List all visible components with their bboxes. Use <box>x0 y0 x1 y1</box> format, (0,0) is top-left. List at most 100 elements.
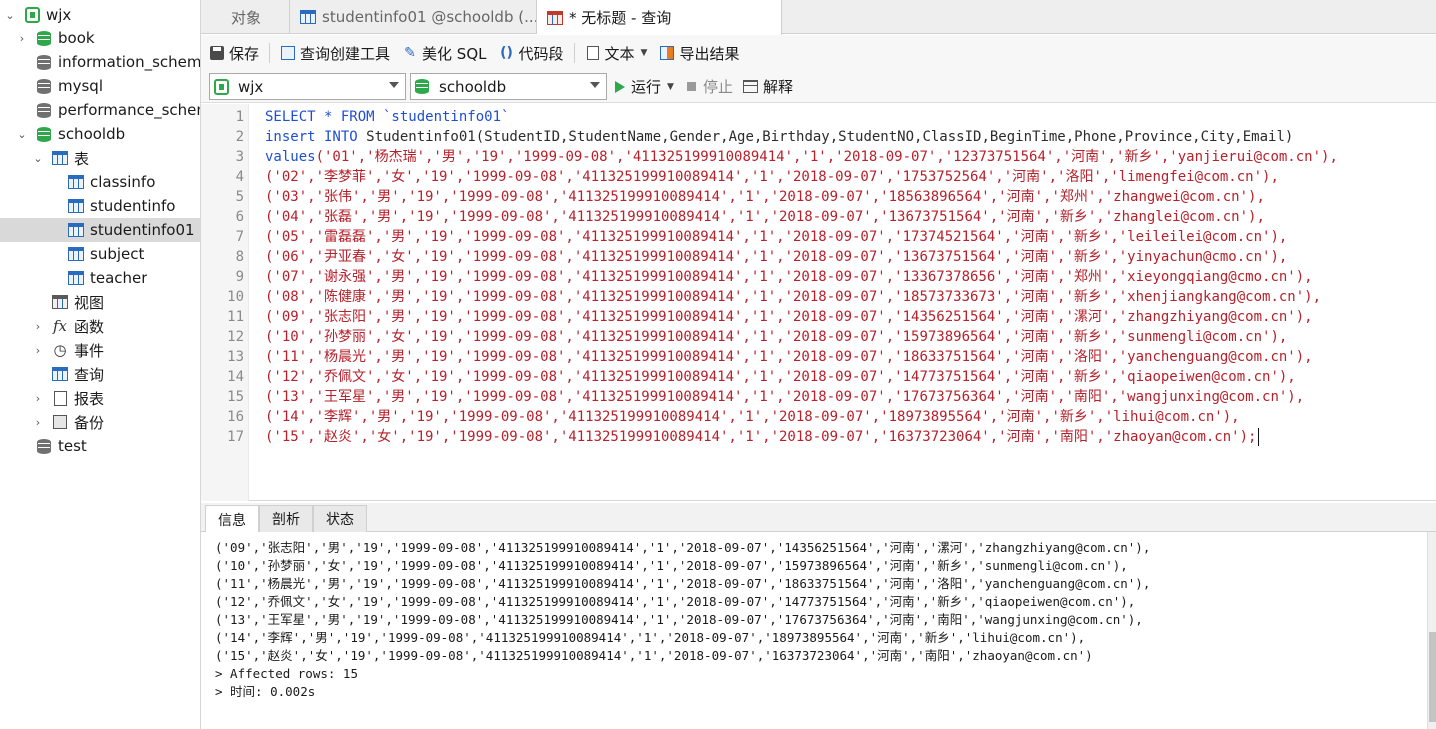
tree-item-tables-group[interactable]: ⌄ 表 <box>0 146 200 170</box>
dropdown-arrow-icon: ▼ <box>667 81 674 92</box>
line-number: 15 <box>227 389 244 405</box>
line-number: 2 <box>235 129 244 145</box>
database-icon <box>36 102 52 118</box>
tree-item-db-book[interactable]: › book <box>0 26 200 50</box>
beautify-sql-button[interactable]: ✎ 美化 SQL <box>396 39 492 67</box>
table-icon <box>68 246 84 262</box>
dropdown-arrow-icon: ▼ <box>640 48 648 58</box>
tree-item-db-test[interactable]: test <box>0 434 200 458</box>
save-button[interactable]: 保存 <box>203 39 265 67</box>
tree-item-db-schooldb[interactable]: ⌄ schooldb <box>0 122 200 146</box>
tree-item-functions[interactable]: › fx 函数 <box>0 314 200 338</box>
chevron-right-icon[interactable]: › <box>16 32 28 45</box>
table-icon <box>68 270 84 286</box>
stop-button[interactable]: 停止 <box>687 73 733 100</box>
sql-editor[interactable]: 1 2 3 4 5 6 7 8 9 10 11 12 13 14 15 16 1… <box>201 104 1436 501</box>
tree-item-table-studentinfo01[interactable]: studentinfo01 <box>0 218 200 242</box>
tree-item-table-studentinfo[interactable]: studentinfo <box>0 194 200 218</box>
table-icon <box>68 198 84 214</box>
code-line-row: ('07','谢永强','男','19','1999-09-08','41132… <box>265 269 1313 285</box>
line-number: 1 <box>235 109 244 125</box>
connection-select[interactable]: wjx <box>209 73 406 100</box>
message-output[interactable]: ('09','张志阳','男','19','1999-09-08','41132… <box>201 532 1427 729</box>
code-line-row: ('13','王军星','男','19','1999-09-08','41132… <box>265 389 1305 405</box>
tree-item-table-classinfo[interactable]: classinfo <box>0 170 200 194</box>
tab-objects[interactable]: 对象 <box>201 0 290 34</box>
chevron-right-icon[interactable]: › <box>32 320 44 333</box>
code-line-row: ('05','雷磊磊','男','19','1999-09-08','41132… <box>265 229 1288 245</box>
text-cursor <box>1258 428 1259 446</box>
text-file-icon <box>585 45 601 61</box>
output-line: ('09','张志阳','男','19','1999-09-08','41132… <box>215 540 1151 555</box>
query-builder-button[interactable]: 查询创建工具 <box>274 39 396 67</box>
code-line-row: ('04','张磊','男','19','1999-09-08','411325… <box>265 209 1265 225</box>
stop-icon <box>687 82 696 91</box>
line-number: 10 <box>227 289 244 305</box>
chevron-right-icon[interactable]: › <box>32 416 44 429</box>
code-line-select: SELECT * FROM `studentinfo01` <box>265 109 510 125</box>
tab-status[interactable]: 状态 <box>313 505 367 532</box>
line-number: 5 <box>235 189 244 205</box>
line-number: 6 <box>235 209 244 225</box>
affected-rows-line: > Affected rows: 15 <box>215 666 358 681</box>
chevron-down-icon <box>389 82 399 88</box>
code-line-insert: insert INTO Studentinfo01(StudentID,Stud… <box>265 129 1294 145</box>
tree-item-views[interactable]: 视图 <box>0 290 200 314</box>
tree-item-table-subject[interactable]: subject <box>0 242 200 266</box>
code-line-row: ('09','张志阳','男','19','1999-09-08','41132… <box>265 309 1313 325</box>
editor-tab-bar: 对象 studentinfo01 @schooldb (... * 无标题 - … <box>201 0 1436 35</box>
chevron-right-icon[interactable]: › <box>32 344 44 357</box>
run-button[interactable]: 运行 ▼ <box>615 73 674 100</box>
query-icon <box>547 10 563 25</box>
tree-item-queries[interactable]: 查询 <box>0 362 200 386</box>
tree-item-table-teacher[interactable]: teacher <box>0 266 200 290</box>
output-line: ('14','李辉','男','19','1999-09-08','411325… <box>215 630 1086 645</box>
chevron-down-icon[interactable]: ⌄ <box>32 152 44 165</box>
beautify-icon: ✎ <box>404 45 416 61</box>
tree-item-db-performance-schema[interactable]: performance_schema <box>0 98 200 122</box>
tree-item-db-mysql[interactable]: mysql <box>0 74 200 98</box>
database-select[interactable]: schooldb <box>410 73 607 100</box>
save-icon <box>209 45 225 61</box>
line-number-gutter: 1 2 3 4 5 6 7 8 9 10 11 12 13 14 15 16 1… <box>201 104 249 501</box>
query-builder-icon <box>280 45 296 61</box>
chevron-down-icon[interactable]: ⌄ <box>4 9 16 22</box>
database-icon <box>36 438 52 454</box>
tab-profile[interactable]: 剖析 <box>259 505 313 532</box>
elapsed-time-line: > 时间: 0.002s <box>215 684 316 699</box>
line-number: 4 <box>235 169 244 185</box>
tree-item-db-information-schema[interactable]: information_schema <box>0 50 200 74</box>
explain-button[interactable]: 解释 <box>743 73 793 100</box>
tree-item-backups[interactable]: › 备份 <box>0 410 200 434</box>
scrollbar-thumb[interactable] <box>1429 632 1436 722</box>
chevron-down-icon[interactable]: ⌄ <box>16 128 28 141</box>
tree-item-connection-wjx[interactable]: ⌄ wjx <box>0 3 200 27</box>
output-scrollbar[interactable] <box>1427 532 1436 729</box>
code-line-row: ('10','孙梦丽','女','19','1999-09-08','41132… <box>265 329 1288 345</box>
line-number: 12 <box>227 329 244 345</box>
line-number: 8 <box>235 249 244 265</box>
output-line: ('13','王军星','男','19','1999-09-08','41132… <box>215 612 1143 627</box>
object-tree-sidebar: ⌄ wjx › book information_schema mysql pe… <box>0 0 201 729</box>
chevron-right-icon[interactable]: › <box>32 392 44 405</box>
tree-item-reports[interactable]: › 报表 <box>0 386 200 410</box>
code-line-row: ('15','赵炎','女','19','1999-09-08','411325… <box>265 429 1257 445</box>
table-icon <box>68 174 84 190</box>
chevron-down-icon <box>590 82 600 88</box>
tab-studentinfo01[interactable]: studentinfo01 @schooldb (... <box>290 0 537 34</box>
database-icon <box>36 30 52 46</box>
tree-item-events[interactable]: › ◷ 事件 <box>0 338 200 362</box>
tab-info[interactable]: 信息 <box>205 505 259 533</box>
output-line: ('12','乔佩文','女','19','1999-09-08','41132… <box>215 594 1136 609</box>
export-results-button[interactable]: 导出结果 <box>653 39 745 67</box>
code-snippet-button[interactable]: () 代码段 <box>493 39 570 67</box>
play-icon <box>615 80 625 93</box>
line-number: 14 <box>227 369 244 385</box>
text-menu-button[interactable]: 文本 ▼ <box>579 39 654 67</box>
code-line-values: values('01','杨杰瑞','男','19','1999-09-08',… <box>265 149 1338 165</box>
backup-icon <box>52 414 68 430</box>
tab-untitled-query[interactable]: * 无标题 - 查询 <box>537 0 782 35</box>
code-line-row: ('14','李辉','男','19','1999-09-08','411325… <box>265 409 1240 425</box>
code-line-row: ('08','陈健康','男','19','1999-09-08','41132… <box>265 289 1322 305</box>
code-line-row: ('02','李梦菲','女','19','1999-09-08','41132… <box>265 169 1279 185</box>
